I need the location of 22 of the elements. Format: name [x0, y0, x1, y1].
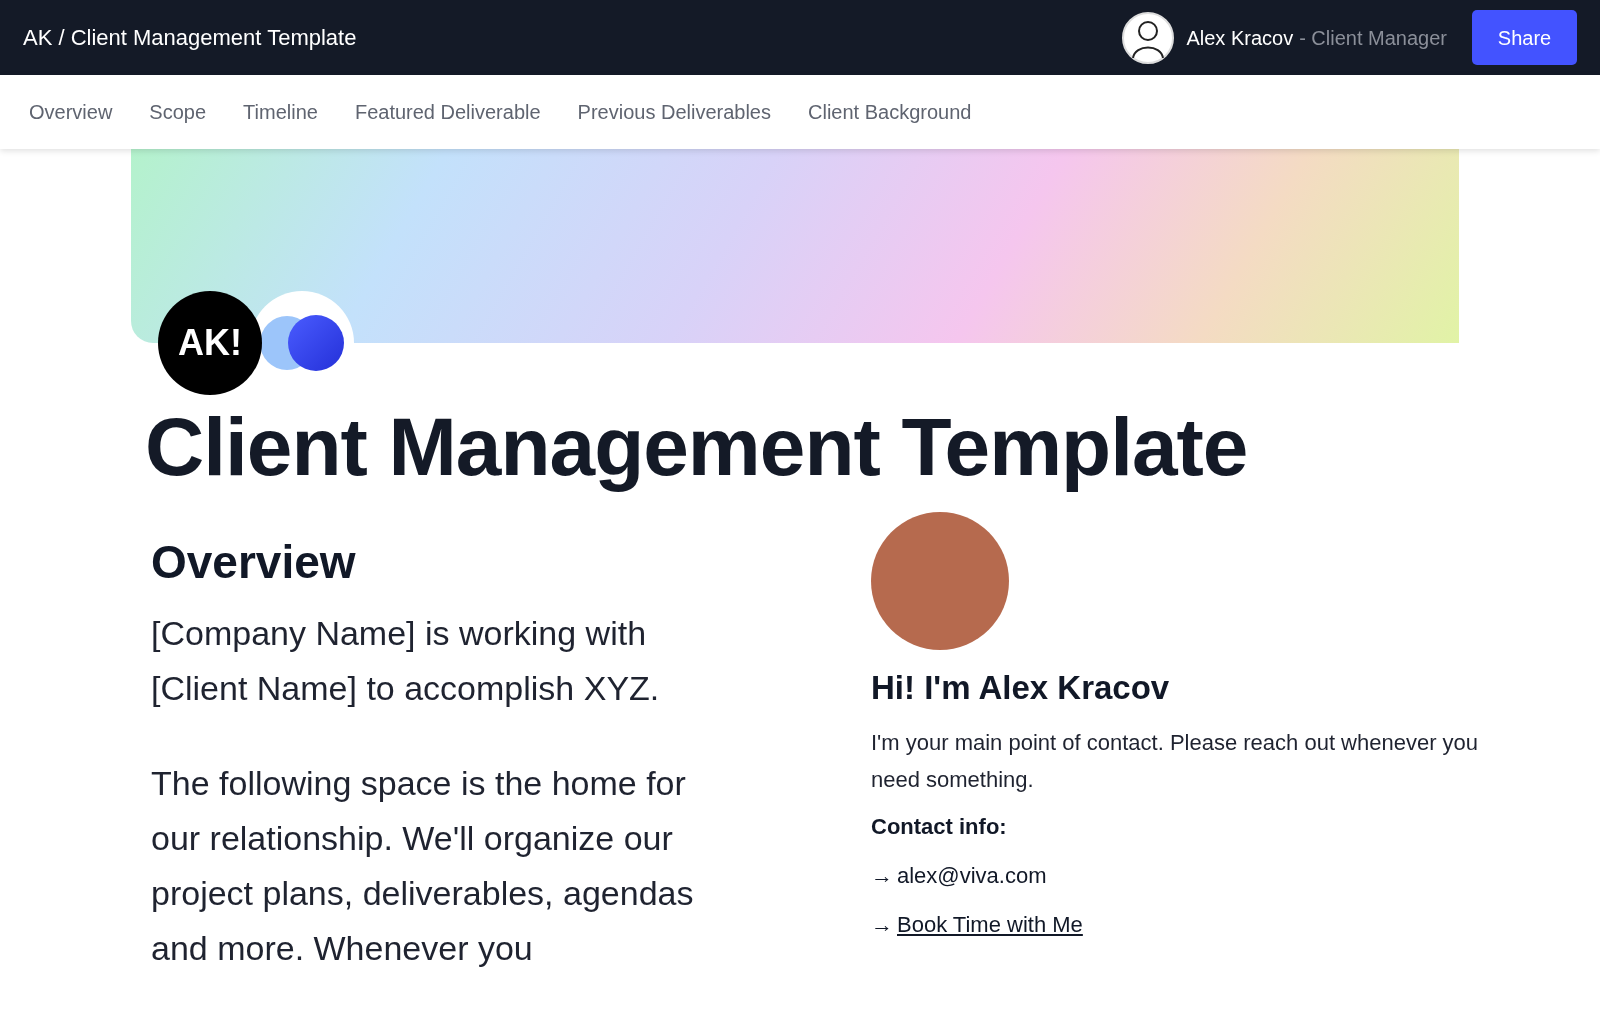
page-title: Client Management Template — [145, 400, 1249, 494]
nav-link[interactable]: Overview — [29, 97, 113, 127]
nav-link[interactable]: Previous Deliverables — [577, 97, 771, 127]
contact-intro: I'm your main point of contact. Please reach out whenever you need something. — [871, 729, 1480, 794]
breadcrumb: AK / Client Management Template — [23, 24, 357, 52]
overview-paragraph: [Company Name] is working with [Client Name] to accomplish XYZ. — [151, 613, 661, 709]
nav-link[interactable]: Client Background — [808, 97, 972, 127]
user-name: Alex Kracov — [1186, 25, 1294, 51]
share-button[interactable]: Share — [1472, 10, 1577, 65]
booking-link[interactable]: Book Time with Me — [897, 906, 1083, 943]
contact-heading: Hi! I'm Alex Kracov — [871, 668, 1171, 708]
arrow-glyph: → — [871, 911, 893, 939]
nav-link[interactable]: Scope — [149, 97, 207, 127]
overlapping-circles-icon — [260, 314, 344, 372]
section-heading: Overview — [151, 535, 357, 590]
user-role: - Client Manager — [1299, 25, 1447, 51]
contact-email: alex@viva.com — [897, 862, 1047, 890]
contact-info-label: Contact info: — [871, 813, 1008, 841]
arrow-glyph: → — [871, 862, 893, 890]
overview-paragraph: The following space is the home for our relationship. We'll organize our project plans, deliverables, agendas and more. Whenever you — [151, 763, 695, 969]
nav-link[interactable]: Featured Deliverable — [354, 97, 541, 127]
nav-link[interactable]: Timeline — [243, 97, 318, 127]
